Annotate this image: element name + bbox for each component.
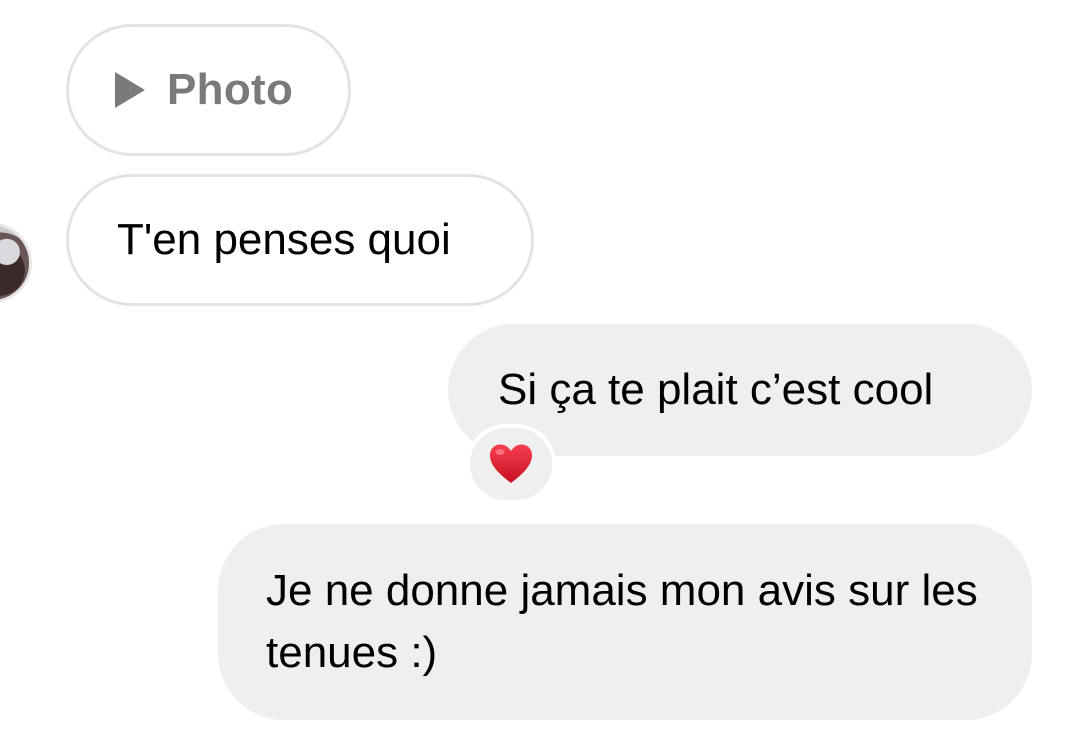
outgoing-message-2[interactable]: Je ne donne jamais mon avis sur les tenu…: [218, 524, 1032, 720]
chat-thread: Photo T'en penses quoi Si ça te plait c’…: [0, 0, 1068, 730]
incoming-message[interactable]: T'en penses quoi: [66, 174, 534, 306]
play-icon: [115, 72, 145, 108]
reaction-badge[interactable]: [466, 424, 556, 504]
incoming-message-text: T'en penses quoi: [117, 215, 451, 264]
outgoing-message-2-text: Je ne donne jamais mon avis sur les tenu…: [266, 566, 978, 677]
heart-icon: [490, 444, 532, 483]
photo-label: Photo: [167, 65, 294, 114]
outgoing-message-1-text: Si ça te plait c’est cool: [498, 365, 934, 414]
avatar[interactable]: [0, 223, 32, 303]
photo-message[interactable]: Photo: [66, 24, 351, 156]
